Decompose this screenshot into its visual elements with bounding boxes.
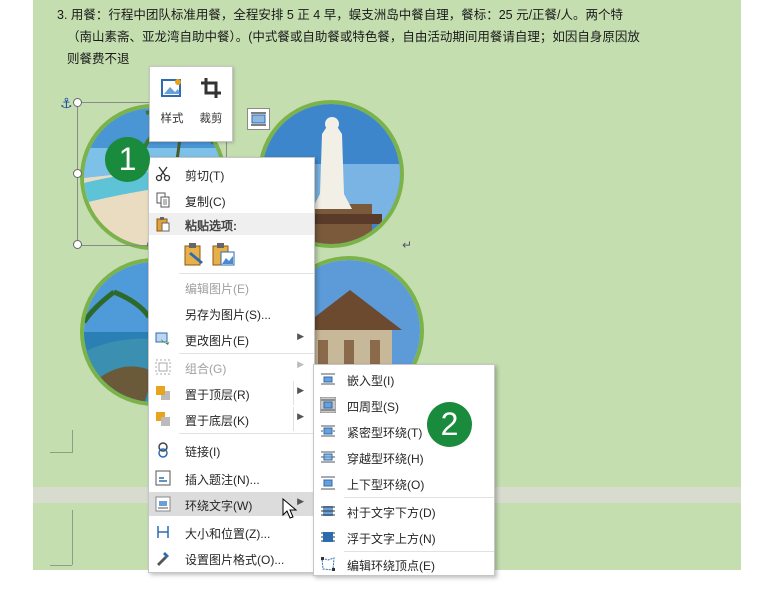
style-button[interactable]: 样式	[153, 73, 191, 133]
submenu-label: 衬于文字下方(D)	[347, 506, 436, 520]
menu-label: 组合(G)	[185, 362, 227, 376]
bring-to-front-icon	[156, 386, 170, 400]
menu-label: 链接(I)	[185, 445, 221, 459]
submenu-item-inline[interactable]: 嵌入型(I)	[314, 367, 494, 391]
wrap-through-icon	[321, 451, 335, 463]
mouse-cursor-icon	[282, 498, 298, 519]
submenu-arrow-icon: ▶	[297, 496, 304, 506]
menu-label: 置于底层(K)	[185, 414, 249, 428]
crop-icon	[201, 78, 221, 98]
menu-label: 另存为图片(S)...	[185, 308, 271, 322]
send-to-back-icon	[156, 412, 170, 426]
menu-separator	[179, 433, 314, 434]
resize-handle-left[interactable]	[73, 169, 82, 178]
submenu-item-through[interactable]: 穿越型环绕(H)	[314, 445, 494, 469]
submenu-arrow-icon: ▶	[297, 331, 304, 341]
menu-item-group: 组合(G) ▶	[149, 355, 314, 379]
layout-options-button[interactable]	[247, 108, 270, 130]
menu-label: 环绕文字(W)	[185, 499, 253, 513]
mini-toolbar: 样式 裁剪	[149, 66, 233, 142]
submenu-item-behind-text[interactable]: 衬于文字下方(D)	[314, 499, 494, 523]
resize-handle-top-left[interactable]	[73, 98, 82, 107]
menu-label: 大小和位置(Z)...	[185, 527, 271, 541]
menu-label: 设置图片格式(O)...	[185, 553, 285, 567]
menu-item-edit-picture: 编辑图片(E)	[149, 275, 314, 299]
change-picture-icon	[155, 332, 170, 345]
margin-corner-mark	[50, 510, 73, 565]
menu-label: 更改图片(E)	[185, 334, 249, 348]
submenu-arrow-icon: ▶	[297, 359, 304, 369]
paragraph-mark: ↵	[402, 238, 413, 252]
step-badge-1: 1	[105, 137, 150, 182]
size-position-icon	[157, 526, 169, 538]
anchor-icon[interactable]: ⚓	[60, 95, 73, 112]
edit-wrap-points-icon	[321, 557, 335, 571]
menu-item-send-to-back[interactable]: 置于底层(K) ▶	[149, 407, 314, 431]
submenu-label: 编辑环绕顶点(E)	[347, 559, 435, 573]
wrap-top-bottom-icon	[321, 476, 335, 490]
wrap-text-submenu: 嵌入型(I) 四周型(S) 紧密型环绕(T) 穿越型环绕(H) 上下型环绕(O)	[313, 364, 495, 576]
menu-label: 置于顶层(R)	[185, 388, 250, 402]
menu-item-format-picture[interactable]: 设置图片格式(O)...	[149, 546, 314, 570]
wrap-inline-icon	[321, 373, 335, 385]
crop-label: 裁剪	[199, 113, 223, 125]
submenu-label: 浮于文字上方(N)	[347, 532, 436, 546]
paragraph-line-2: （南山素斋、亚龙湾自助中餐）。(中式餐或自助餐或特色餐，自由活动期间用餐请自理；…	[67, 30, 640, 44]
submenu-item-in-front-of-text[interactable]: 浮于文字上方(N)	[314, 525, 494, 549]
format-picture-icon	[157, 552, 169, 566]
menu-label: 复制(C)	[185, 195, 226, 209]
submenu-separator	[344, 497, 494, 498]
paste-options-header: 粘贴选项:	[149, 213, 314, 235]
copy-icon	[156, 192, 170, 208]
crop-button[interactable]: 裁剪	[192, 73, 230, 133]
wrap-square-icon	[320, 397, 336, 413]
wrap-tight-icon	[321, 425, 335, 437]
paste-options-row	[181, 240, 241, 270]
style-label: 样式	[160, 113, 184, 125]
menu-item-bring-to-front[interactable]: 置于顶层(R) ▶	[149, 381, 314, 405]
submenu-label: 四周型(S)	[347, 400, 399, 414]
picture-style-icon	[161, 79, 181, 97]
menu-separator	[179, 353, 314, 354]
link-icon	[158, 442, 168, 458]
layout-options-icon	[251, 112, 266, 126]
submenu-arrow-icon: ▶	[297, 411, 304, 421]
paragraph-line-1: 3. 用餐：行程中团队标准用餐，全程安排 5 正 4 早，蜈支洲岛中餐自理，餐标…	[57, 8, 624, 22]
menu-label: 编辑图片(E)	[185, 282, 249, 296]
paste-options-label: 粘贴选项:	[185, 219, 237, 233]
menu-separator	[179, 273, 314, 274]
margin-corner-mark	[50, 564, 72, 566]
wrap-in-front-icon	[321, 532, 335, 542]
submenu-label: 紧密型环绕(T)	[347, 426, 423, 440]
menu-label: 插入题注(N)...	[185, 473, 260, 487]
paste-icon	[156, 217, 170, 232]
menu-item-insert-caption[interactable]: 插入题注(N)...	[149, 466, 314, 490]
menu-item-save-as-picture[interactable]: 另存为图片(S)...	[149, 301, 314, 325]
paste-as-picture-icon[interactable]	[211, 242, 237, 268]
submenu-item-edit-wrap-points[interactable]: 编辑环绕顶点(E)	[314, 552, 494, 576]
menu-item-copy[interactable]: 复制(C)	[149, 188, 314, 212]
wrap-text-icon	[155, 496, 171, 512]
menu-item-size-position[interactable]: 大小和位置(Z)...	[149, 520, 314, 544]
paragraph-line-3: 则餐费不退	[67, 52, 130, 66]
step-badge-2: 2	[427, 402, 472, 447]
wrap-behind-text-icon	[321, 506, 335, 516]
menu-item-change-picture[interactable]: 更改图片(E) ▶	[149, 327, 314, 351]
paste-keep-format-icon[interactable]	[181, 242, 207, 268]
submenu-label: 穿越型环绕(H)	[347, 452, 424, 466]
submenu-arrow-icon: ▶	[297, 385, 304, 395]
menu-item-cut[interactable]: 剪切(T)	[149, 162, 314, 186]
submenu-label: 上下型环绕(O)	[347, 478, 425, 492]
scissors-icon	[155, 166, 171, 182]
insert-caption-icon	[155, 470, 171, 486]
margin-corner-mark	[50, 430, 73, 453]
resize-handle-bottom-left[interactable]	[73, 240, 82, 249]
group-icon	[155, 359, 171, 375]
menu-item-link[interactable]: 链接(I)	[149, 438, 314, 462]
menu-label: 剪切(T)	[185, 169, 225, 183]
submenu-item-top-bottom[interactable]: 上下型环绕(O)	[314, 471, 494, 495]
submenu-label: 嵌入型(I)	[347, 374, 395, 388]
